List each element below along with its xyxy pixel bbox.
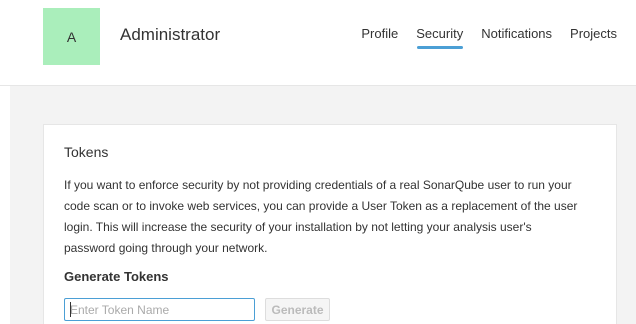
avatar: A bbox=[43, 8, 100, 65]
text-caret bbox=[70, 302, 71, 317]
generate-tokens-title: Generate Tokens bbox=[64, 269, 169, 284]
tokens-description: If you want to enforce security by not p… bbox=[64, 178, 578, 255]
tab-profile[interactable]: Profile bbox=[355, 26, 404, 54]
tab-notifications[interactable]: Notifications bbox=[475, 26, 558, 54]
tokens-card: Tokens If you want to enforce security b… bbox=[43, 124, 617, 324]
tokens-title: Tokens bbox=[64, 144, 109, 160]
account-header: A Administrator Profile Security Notific… bbox=[0, 0, 636, 86]
account-page: A Administrator Profile Security Notific… bbox=[0, 0, 636, 324]
account-nav: Profile Security Notifications Projects bbox=[355, 26, 636, 54]
tab-projects[interactable]: Projects bbox=[564, 26, 636, 54]
tab-security[interactable]: Security bbox=[410, 26, 469, 54]
token-name-input[interactable] bbox=[64, 298, 255, 321]
generate-button[interactable]: Generate bbox=[265, 298, 330, 321]
user-name: Administrator bbox=[120, 25, 221, 44]
main-content: Tokens If you want to enforce security b… bbox=[10, 86, 636, 324]
